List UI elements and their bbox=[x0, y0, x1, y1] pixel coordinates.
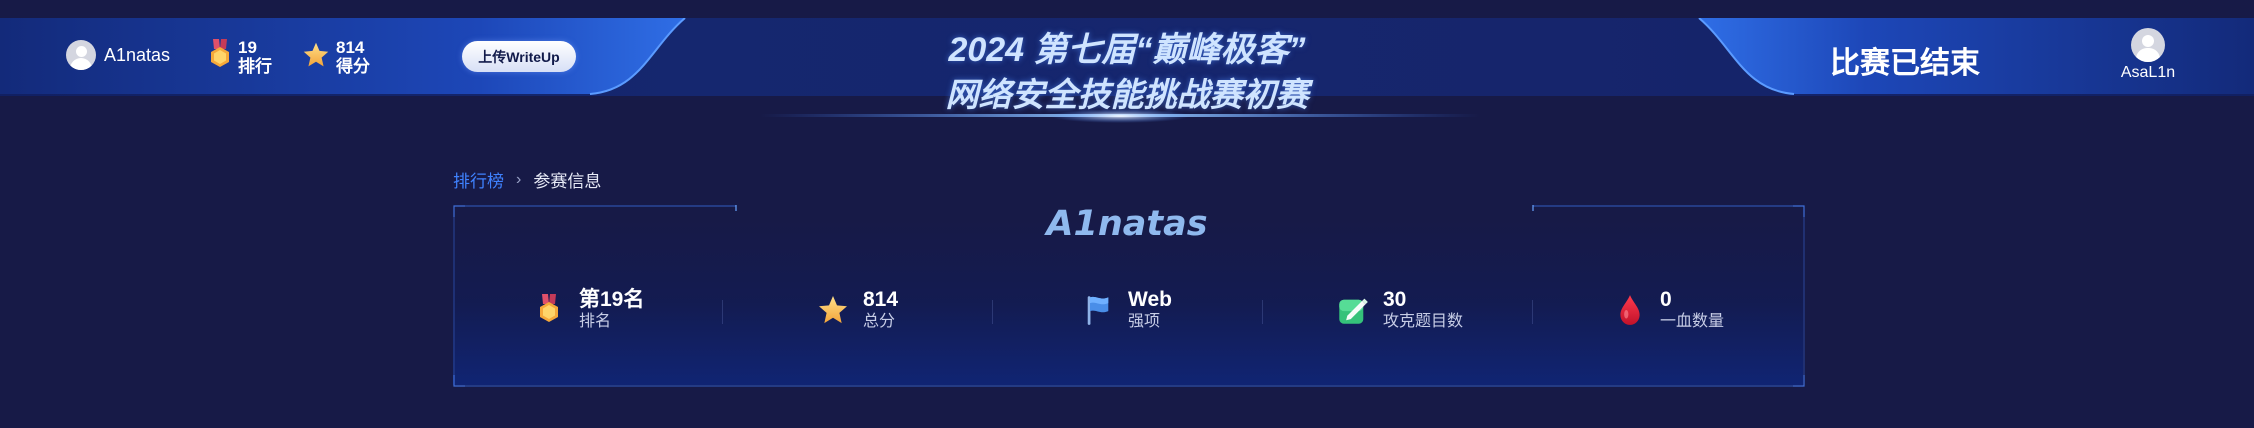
stat-solved-label: 攻克题目数 bbox=[1383, 313, 1464, 330]
stat-first-blood: 0 一血数量 bbox=[1614, 288, 1724, 332]
stat-first-blood-value: 0 bbox=[1660, 288, 1672, 311]
stat-strength-label: 强项 bbox=[1128, 313, 1161, 330]
divider bbox=[1262, 300, 1263, 324]
stat-first-blood-label: 一血数量 bbox=[1660, 313, 1725, 330]
divider bbox=[722, 300, 723, 324]
stat-rank-value: 第19名 bbox=[579, 288, 645, 311]
account-menu[interactable]: AsaL1n bbox=[2118, 28, 2178, 82]
blood-drop-icon bbox=[1614, 294, 1646, 326]
stat-rank-label: 排名 bbox=[579, 313, 612, 330]
chevron-right-icon: › bbox=[516, 170, 522, 188]
stat-solved-value: 30 bbox=[1383, 288, 1407, 311]
stat-score-value: 814 bbox=[863, 288, 899, 311]
star-icon bbox=[817, 294, 849, 326]
team-name-title: A1natas bbox=[1046, 204, 1208, 244]
stat-score-label: 总分 bbox=[863, 313, 896, 330]
stat-strength-value: Web bbox=[1128, 288, 1172, 311]
breadcrumb-current: 参赛信息 bbox=[533, 172, 602, 191]
medal-icon bbox=[533, 294, 565, 326]
stat-strength: Web 强项 bbox=[1082, 288, 1172, 332]
avatar bbox=[2131, 28, 2165, 62]
flag-icon bbox=[1082, 294, 1114, 326]
stat-rank: 第19名 排名 bbox=[533, 288, 644, 332]
breadcrumb: 排行榜 › 参赛信息 bbox=[453, 167, 601, 192]
competition-status: 比赛已结束 bbox=[1830, 47, 1980, 80]
divider bbox=[992, 300, 993, 324]
account-name: AsaL1n bbox=[2120, 64, 2176, 81]
breadcrumb-leaderboard-link[interactable]: 排行榜 bbox=[453, 167, 504, 192]
edit-check-icon bbox=[1337, 294, 1369, 326]
divider bbox=[1532, 300, 1533, 324]
stat-score: 814 总分 bbox=[817, 288, 898, 332]
title-glow-line bbox=[760, 108, 1480, 124]
stat-solved: 30 攻克题目数 bbox=[1337, 288, 1463, 332]
